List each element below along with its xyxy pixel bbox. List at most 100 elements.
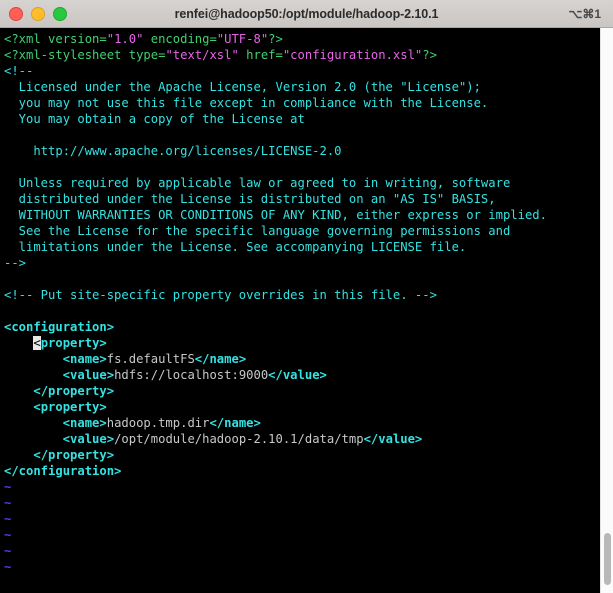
code-span [4, 448, 33, 462]
code-span [4, 432, 63, 446]
code-span: ?> [268, 32, 283, 46]
title-bar: renfei@hadoop50:/opt/module/hadoop-2.10.… [0, 0, 613, 28]
code-span: </value> [268, 368, 327, 382]
terminal-window: renfei@hadoop50:/opt/module/hadoop-2.10.… [0, 0, 613, 593]
code-span: <!-- Put site-specific property override… [4, 288, 437, 302]
code-span [4, 336, 33, 350]
code-span: ~ [4, 480, 12, 494]
editor-line: Unless required by applicable law or agr… [4, 175, 547, 191]
code-span [4, 400, 33, 414]
code-span: ~ [4, 496, 12, 510]
editor-line: http://www.apache.org/licenses/LICENSE-2… [4, 143, 547, 159]
code-span: </property> [33, 384, 115, 398]
window-shortcut-label: ⌥⌘1 [568, 6, 601, 21]
code-span: "configuration.xsl" [282, 48, 423, 62]
code-span: <!-- [4, 64, 34, 78]
code-span: </property> [33, 448, 115, 462]
editor-line: <!-- [4, 63, 547, 79]
text-cursor: < [33, 336, 41, 350]
code-span [4, 384, 33, 398]
code-span: </value> [363, 432, 423, 446]
code-span [4, 416, 63, 430]
window-controls [0, 6, 67, 21]
editor-line: <name>fs.defaultFS</name> [4, 351, 547, 367]
vim-status-line: 20,5 All [4, 575, 604, 593]
editor-line: --> [4, 255, 547, 271]
code-span: you may not use this file except in comp… [4, 96, 489, 110]
code-span: ~ [4, 560, 12, 574]
editor-line: </property> [4, 447, 547, 463]
code-span: Unless required by applicable law or agr… [4, 176, 511, 190]
vertical-scrollbar[interactable] [600, 28, 613, 593]
code-span: "UTF-8" [216, 32, 269, 46]
vim-buffer[interactable]: <?xml version="1.0" encoding="UTF-8"?> <?… [4, 31, 547, 575]
editor-line: <value>hdfs://localhost:9000</value> [4, 367, 547, 383]
editor-line: <property> [4, 335, 547, 351]
code-span: distributed under the License is distrib… [4, 192, 496, 206]
editor-line: ~ [4, 559, 547, 575]
code-span: <?xml-stylesheet type= [4, 48, 166, 62]
code-span: --> [4, 256, 27, 270]
editor-line: <value>/opt/module/hadoop-2.10.1/data/tm… [4, 431, 547, 447]
code-span: <configuration> [4, 320, 115, 334]
code-span: "1.0" [106, 32, 144, 46]
code-span: ~ [4, 544, 12, 558]
code-span: You may obtain a copy of the License at [4, 112, 305, 126]
code-span: <property> [33, 400, 107, 414]
code-span: hadoop.tmp.dir [106, 416, 210, 430]
editor-line: distributed under the License is distrib… [4, 191, 547, 207]
editor-line: ~ [4, 527, 547, 543]
minimize-button[interactable] [31, 6, 45, 21]
maximize-button[interactable] [53, 6, 67, 21]
editor-line: ~ [4, 543, 547, 559]
code-span: Licensed under the Apache License, Versi… [4, 80, 481, 94]
code-span: </name> [209, 416, 261, 430]
code-span: <name> [62, 416, 107, 430]
editor-line: limitations under the License. See accom… [4, 239, 547, 255]
code-span: See the License for the specific languag… [4, 224, 511, 238]
editor-line: <?xml version="1.0" encoding="UTF-8"?> [4, 31, 547, 47]
code-span: ~ [4, 512, 12, 526]
editor-line: </property> [4, 383, 547, 399]
code-span: encoding= [143, 32, 217, 46]
code-span: ~ [4, 528, 12, 542]
editor-line: <property> [4, 399, 547, 415]
code-span [4, 352, 63, 366]
editor-line: you may not use this file except in comp… [4, 95, 547, 111]
editor-line: <configuration> [4, 319, 547, 335]
code-span: WITHOUT WARRANTIES OR CONDITIONS OF ANY … [4, 208, 547, 222]
editor-line: WITHOUT WARRANTIES OR CONDITIONS OF ANY … [4, 207, 547, 223]
code-span: fs.defaultFS [106, 352, 195, 366]
editor-line: </configuration> [4, 463, 547, 479]
code-span: </configuration> [4, 464, 122, 478]
editor-line: You may obtain a copy of the License at [4, 111, 547, 127]
code-span: href= [238, 48, 283, 62]
vertical-scrollbar-thumb[interactable] [604, 533, 611, 585]
code-span: <value> [62, 432, 115, 446]
editor-line: ~ [4, 511, 547, 527]
editor-line: ~ [4, 479, 547, 495]
editor-line: Licensed under the Apache License, Versi… [4, 79, 547, 95]
close-button[interactable] [9, 6, 23, 21]
editor-line: See the License for the specific languag… [4, 223, 547, 239]
code-span: property> [40, 336, 107, 350]
code-span: http://www.apache.org/licenses/LICENSE-2… [4, 144, 342, 158]
code-span: /opt/module/hadoop-2.10.1/data/tmp [114, 432, 364, 446]
code-span: </name> [194, 352, 247, 366]
code-span: <name> [62, 352, 107, 366]
code-span: <?xml version= [4, 32, 107, 46]
editor-line: <name>hadoop.tmp.dir</name> [4, 415, 547, 431]
terminal-body[interactable]: <?xml version="1.0" encoding="UTF-8"?> <?… [0, 28, 613, 593]
code-span: ?> [422, 48, 437, 62]
code-span: "text/xsl" [165, 48, 239, 62]
code-span: hdfs://localhost:9000 [114, 368, 269, 382]
editor-line: <!-- Put site-specific property override… [4, 287, 547, 303]
code-span: limitations under the License. See accom… [4, 240, 467, 254]
editor-line: ~ [4, 495, 547, 511]
window-title: renfei@hadoop50:/opt/module/hadoop-2.10.… [174, 6, 439, 21]
code-span: <value> [62, 368, 115, 382]
